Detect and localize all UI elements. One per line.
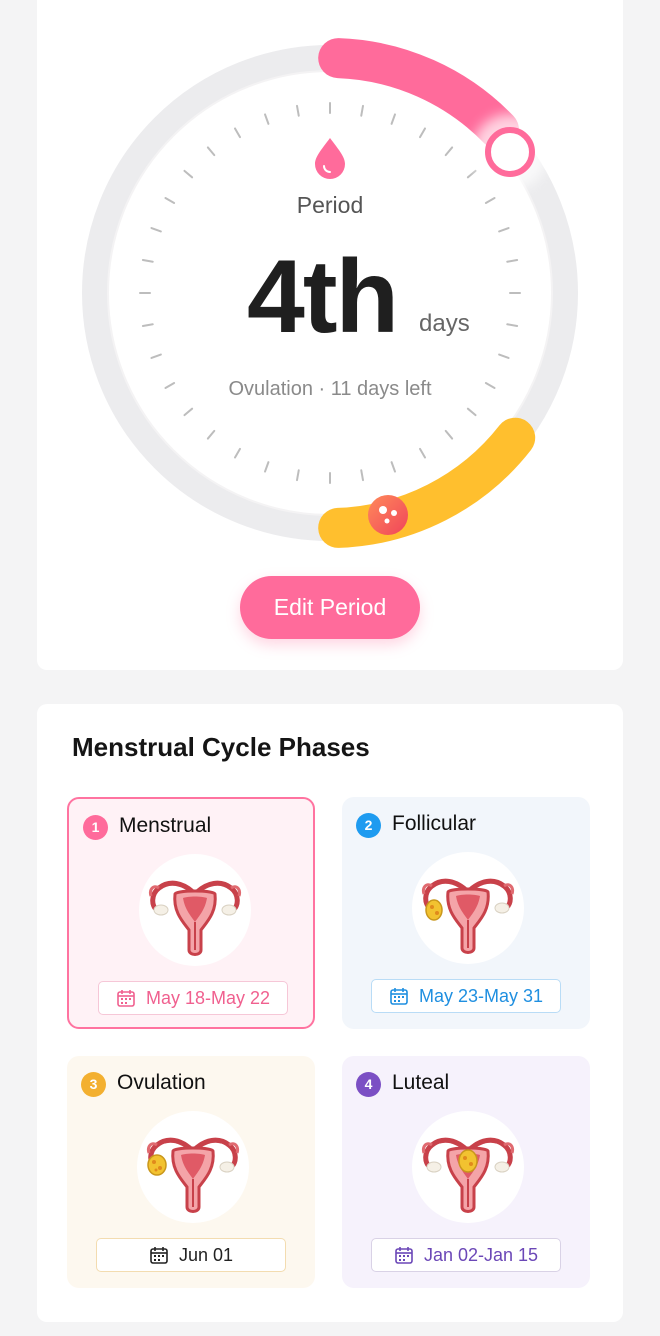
- cycle-card: Period 4th days Ovulation · 11 days left…: [37, 0, 623, 670]
- dial-tick: [183, 407, 194, 417]
- cycle-gauge: Period 4th days Ovulation · 11 days left: [37, 0, 623, 590]
- phase-dates: Jan 02-Jan 15: [423, 1244, 539, 1265]
- phase-number-badge: 2: [356, 813, 381, 838]
- edit-period-button[interactable]: Edit Period: [240, 576, 420, 639]
- dial-tick: [466, 407, 477, 417]
- phase-date-range: May 18-May 22: [98, 981, 288, 1015]
- dial-tick: [506, 323, 519, 327]
- phase-dates: Jun 01: [178, 1244, 234, 1265]
- dial-tick: [296, 469, 300, 482]
- uterus-icon: [149, 880, 241, 956]
- dial-tick: [206, 429, 216, 440]
- dial-tick: [498, 353, 510, 359]
- calendar-icon: [390, 988, 408, 1005]
- dial-tick: [444, 429, 454, 440]
- dial-tick: [360, 469, 364, 482]
- phase-card-menstrual[interactable]: 1 Menstrual May 18-May 22: [67, 797, 315, 1029]
- phase-name: Menstrual: [119, 814, 212, 837]
- phase-number-badge: 1: [83, 815, 108, 840]
- phase-date-range: May 23-May 31: [371, 979, 561, 1013]
- dial-tick: [264, 113, 270, 125]
- phase-label: Period: [296, 192, 364, 218]
- dial-tick: [141, 323, 154, 327]
- phase-date-range: Jun 01: [96, 1238, 286, 1272]
- phase-card-follicular[interactable]: 2 Follicular May 23-May 31: [342, 797, 590, 1029]
- phase-card-luteal[interactable]: 4 Luteal Jan 02-Jan 15: [342, 1056, 590, 1288]
- dial-tick: [466, 169, 477, 179]
- dial-tick: [419, 127, 426, 139]
- uterus-icon: [147, 1137, 239, 1213]
- dial-tick: [444, 146, 454, 157]
- uterus-illustration: [139, 854, 251, 966]
- phase-dates: May 18-May 22: [145, 987, 271, 1008]
- dial-tick: [419, 447, 426, 459]
- day-number: 4th: [247, 239, 399, 355]
- dial-tick: [390, 461, 396, 473]
- fertile-arc[interactable]: [318, 417, 536, 548]
- phase-card-ovulation[interactable]: 3 Ovulation Jun 01: [67, 1056, 315, 1288]
- phase-number-badge: 3: [81, 1072, 106, 1097]
- calendar-icon: [395, 1247, 413, 1264]
- dial-tick: [234, 127, 241, 139]
- phase-number-badge: 4: [356, 1072, 381, 1097]
- phases-card: Menstrual Cycle Phases 1 Menstrual May 1…: [37, 704, 623, 1322]
- dial-tick: [264, 461, 270, 473]
- uterus-illustration: [412, 1111, 524, 1223]
- ovulation-countdown: Ovulation · 11 days left: [228, 378, 432, 400]
- dial-tick: [183, 169, 194, 179]
- phase-name: Luteal: [392, 1071, 450, 1094]
- dial-tick: [150, 227, 162, 233]
- dial-tick: [234, 447, 241, 459]
- dial-tick: [141, 259, 154, 263]
- phase-name: Follicular: [392, 812, 477, 835]
- calendar-icon: [150, 1247, 168, 1264]
- ovulation-egg-icon: [368, 495, 408, 535]
- day-unit: days: [419, 310, 470, 337]
- uterus-illustration: [412, 852, 524, 964]
- dial-tick: [206, 146, 216, 157]
- phase-date-range: Jan 02-Jan 15: [371, 1238, 561, 1272]
- cycle-knob[interactable]: [485, 127, 535, 177]
- phase-dates: May 23-May 31: [418, 985, 544, 1006]
- dial-tick: [498, 227, 510, 233]
- dial-tick: [360, 104, 364, 117]
- calendar-icon: [117, 990, 135, 1007]
- dial-tick: [390, 113, 396, 125]
- dial-tick: [150, 353, 162, 359]
- dial-tick: [506, 259, 519, 263]
- phases-title: Menstrual Cycle Phases: [72, 732, 370, 762]
- dial-tick: [296, 104, 300, 117]
- phase-name: Ovulation: [117, 1071, 206, 1094]
- uterus-illustration: [137, 1111, 249, 1223]
- period-arc[interactable]: [318, 38, 519, 150]
